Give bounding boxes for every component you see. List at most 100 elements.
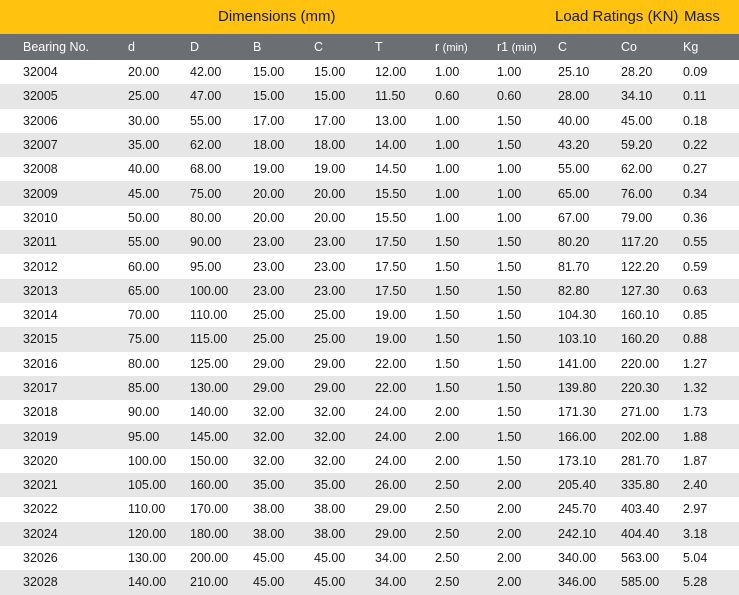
- cell-Co: 160.20: [621, 332, 660, 347]
- cell-T: 22.00: [375, 356, 407, 371]
- cell-r1-min: 1.50: [497, 381, 522, 395]
- cell-r-min: 1.50: [435, 356, 460, 371]
- cell-load-C: 103.10: [558, 332, 597, 347]
- cell-d: 140.00: [128, 575, 167, 590]
- cell-r-min: 1.50: [435, 235, 460, 250]
- cell-B: 19.00: [253, 162, 285, 177]
- cell-kg: 0.09: [683, 65, 708, 80]
- cell-C: 18.00: [314, 138, 346, 153]
- table-body: 32004 20.00 42.00 15.00 15.00 12.00 1.00 1.00 25…: [0, 60, 739, 595]
- cell-load-C: 346.00: [558, 575, 597, 590]
- table-row: 32018 90.00 140.00 32.00 32.00 24.00 2.00 1.50 1…: [0, 400, 739, 425]
- cell-load-C: 28.00: [558, 89, 590, 104]
- column-header-row: Bearing No. d D B C T r (min) r1 (min) C…: [0, 34, 739, 60]
- cell-d: 20.00: [128, 65, 160, 80]
- cell-C: 38.00: [314, 526, 346, 541]
- cell-bearing-no: 32028: [23, 575, 58, 590]
- cell-bearing-no: 32009: [23, 186, 58, 201]
- cell-d: 60.00: [128, 259, 160, 274]
- col-header-B: B: [253, 40, 262, 54]
- table-row: 32009 45.00 75.00 20.00 20.00 15.50 1.00 1.00 65…: [0, 181, 739, 206]
- cell-load-C: 245.70: [558, 502, 597, 517]
- cell-C: 15.00: [314, 65, 346, 80]
- cell-T: 24.00: [375, 453, 407, 468]
- cell-T: 11.50: [375, 89, 406, 104]
- cell-Co: 271.00: [621, 405, 660, 420]
- cell-B: 25.00: [253, 308, 285, 323]
- cell-T: 34.00: [375, 575, 407, 590]
- cell-r-min: 2.50: [435, 551, 460, 566]
- cell-D: 68.00: [190, 162, 222, 177]
- cell-T: 19.00: [375, 332, 407, 347]
- cell-bearing-no: 32004: [23, 65, 58, 80]
- cell-D: 75.00: [190, 186, 222, 201]
- cell-Co: 220.30: [621, 381, 660, 395]
- cell-r1-min: 1.50: [497, 429, 522, 444]
- cell-d: 80.00: [128, 356, 160, 371]
- col-header-D: D: [190, 40, 200, 54]
- cell-d: 25.00: [128, 89, 160, 104]
- cell-Co: 404.40: [621, 526, 660, 541]
- col-header-r1-min: r1 (min): [497, 34, 558, 60]
- table-row: 32012 60.00 95.00 23.00 23.00 17.50 1.50 1.50 81…: [0, 254, 739, 279]
- table-row: 32011 55.00 90.00 23.00 23.00 17.50 1.50 1.50 80…: [0, 230, 739, 255]
- bearing-spec-sheet: Dimensions (mm) Load Ratings (KN) Mass B…: [0, 0, 739, 595]
- cell-bearing-no: 32015: [23, 332, 58, 347]
- cell-r1-min: 1.50: [497, 259, 522, 274]
- cell-d: 50.00: [128, 210, 160, 225]
- cell-r-min: 2.50: [435, 575, 460, 590]
- cell-r-min: 2.50: [435, 502, 460, 517]
- cell-D: 90.00: [190, 235, 222, 250]
- cell-kg: 0.63: [683, 283, 708, 298]
- cell-d: 35.00: [128, 138, 160, 153]
- cell-T: 13.00: [375, 113, 407, 128]
- cell-B: 23.00: [253, 235, 285, 250]
- col-header-r-min: r (min): [435, 34, 497, 60]
- cell-bearing-no: 32016: [23, 356, 58, 371]
- col-header-bearing-no: Bearing No.: [23, 40, 90, 54]
- cell-kg: 0.18: [683, 113, 708, 128]
- cell-B: 15.00: [253, 65, 285, 80]
- cell-load-C: 171.30: [558, 405, 597, 420]
- table-row: 32022 110.00 170.00 38.00 38.00 29.00 2.50 2.00…: [0, 497, 739, 522]
- cell-C: 23.00: [314, 235, 346, 250]
- cell-d: 90.00: [128, 405, 160, 420]
- cell-D: 100.00: [190, 283, 229, 298]
- cell-r1-min: 1.50: [497, 332, 522, 347]
- cell-load-C: 65.00: [558, 186, 590, 201]
- cell-r-min: 2.00: [435, 429, 460, 444]
- cell-C: 38.00: [314, 502, 346, 517]
- cell-B: 15.00: [253, 89, 285, 104]
- cell-T: 26.00: [375, 478, 407, 493]
- cell-C: 32.00: [314, 405, 346, 420]
- cell-D: 150.00: [190, 453, 229, 468]
- cell-Co: 34.10: [621, 89, 653, 104]
- cell-r1-min: 1.50: [497, 138, 522, 153]
- cell-r-min: 1.00: [435, 186, 460, 201]
- cell-bearing-no: 32005: [23, 89, 58, 104]
- mass-group-label: Mass: [684, 8, 720, 25]
- cell-r-min: 1.50: [435, 332, 460, 347]
- cell-kg: 0.59: [683, 259, 708, 274]
- cell-C: 32.00: [314, 429, 346, 444]
- cell-Co: 403.40: [621, 502, 660, 517]
- cell-load-C: 139.80: [558, 381, 597, 395]
- cell-d: 70.00: [128, 308, 160, 323]
- cell-B: 23.00: [253, 283, 285, 298]
- cell-T: 24.00: [375, 429, 407, 444]
- cell-T: 14.00: [375, 138, 407, 153]
- table-row: 32016 80.00 125.00 29.00 29.00 22.00 1.50 1.50 1…: [0, 351, 739, 376]
- cell-Co: 585.00: [621, 575, 660, 590]
- cell-d: 110.00: [128, 502, 166, 517]
- cell-load-C: 104.30: [558, 308, 597, 323]
- cell-r1-min: 1.00: [497, 65, 522, 80]
- cell-d: 100.00: [128, 453, 167, 468]
- cell-T: 29.00: [375, 526, 407, 541]
- cell-r-min: 1.00: [435, 210, 460, 225]
- cell-r-min: 1.50: [435, 283, 460, 298]
- cell-D: 200.00: [190, 551, 229, 566]
- cell-kg: 1.87: [683, 453, 708, 468]
- cell-bearing-no: 32008: [23, 162, 58, 177]
- cell-C: 20.00: [314, 210, 346, 225]
- group-header-band: Dimensions (mm) Load Ratings (KN) Mass: [0, 0, 739, 34]
